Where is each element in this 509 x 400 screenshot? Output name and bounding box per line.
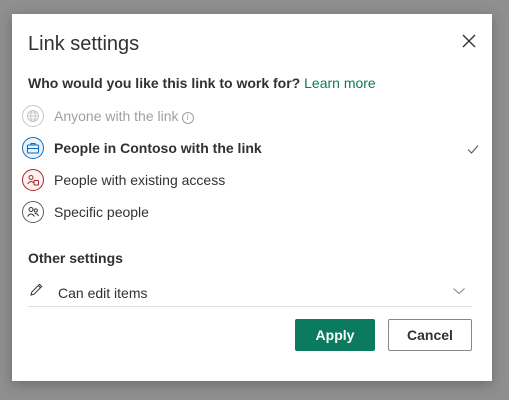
specific-people-icon [22, 201, 44, 223]
audience-question: Who would you like this link to work for… [28, 75, 376, 91]
dialog-title: Link settings [28, 33, 140, 55]
cancel-button[interactable]: Cancel [388, 319, 472, 351]
globe-icon [22, 105, 44, 127]
checkmark-icon [467, 145, 479, 154]
option-label: People in Contoso with the link [54, 140, 262, 156]
permission-dropdown[interactable]: Can edit items [28, 278, 472, 307]
briefcase-icon [22, 137, 44, 159]
option-people-with-existing-access[interactable]: People with existing access [22, 168, 482, 196]
close-icon [462, 34, 476, 48]
pencil-icon [30, 283, 43, 296]
permission-label: Can edit items [58, 285, 148, 301]
option-anyone-with-link[interactable]: Anyone with the link i [22, 104, 482, 132]
info-icon[interactable]: i [181, 112, 194, 124]
option-people-in-contoso[interactable]: People in Contoso with the link [22, 136, 482, 164]
option-anyone-label-text: Anyone with the link [54, 108, 179, 124]
option-label: People with existing access [54, 172, 226, 188]
option-specific-people[interactable]: Specific people [22, 200, 482, 228]
apply-button[interactable]: Apply [295, 319, 375, 351]
close-button[interactable] [458, 30, 480, 52]
option-label: Specific people [54, 204, 149, 220]
learn-more-link[interactable]: Learn more [304, 75, 376, 91]
other-settings-heading: Other settings [28, 250, 123, 266]
people-existing-icon [22, 169, 44, 191]
audience-question-text: Who would you like this link to work for… [28, 75, 301, 91]
chevron-down-icon [453, 288, 465, 295]
option-label: Anyone with the link i [54, 108, 194, 124]
link-settings-dialog: Link settings Who would you like this li… [12, 14, 492, 381]
